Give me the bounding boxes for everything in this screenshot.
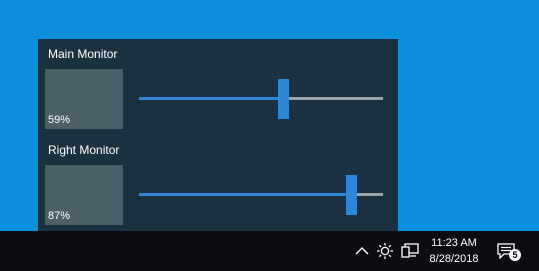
slider-fill (139, 193, 351, 196)
taskbar: 11:23 AM 8/28/2018 5 (0, 231, 539, 271)
brightness-slider-main[interactable] (139, 79, 383, 119)
slider-thumb[interactable] (346, 175, 357, 215)
slider-fill (139, 97, 283, 100)
network-icon[interactable] (400, 241, 420, 261)
monitor-label: Right Monitor (48, 143, 120, 157)
slider-thumb[interactable] (278, 79, 289, 119)
brightness-indicator: 59% (45, 69, 123, 129)
monitor-right: Right Monitor 87% (38, 135, 398, 231)
clock[interactable]: 11:23 AM 8/28/2018 (424, 235, 484, 267)
brightness-icon[interactable] (375, 241, 395, 261)
chevron-up-icon[interactable] (352, 241, 372, 261)
brightness-indicator: 87% (45, 165, 123, 225)
clock-date: 8/28/2018 (429, 253, 479, 265)
brightness-flyout: Main Monitor 59% Right Monitor 87% (38, 39, 398, 231)
monitor-label: Main Monitor (48, 47, 118, 61)
brightness-slider-right[interactable] (139, 175, 383, 215)
brightness-value: 87% (48, 210, 71, 222)
monitor-main: Main Monitor 59% (38, 39, 398, 135)
notification-count-badge: 5 (509, 249, 521, 261)
brightness-value: 59% (48, 114, 71, 126)
clock-time: 11:23 AM (431, 237, 477, 249)
